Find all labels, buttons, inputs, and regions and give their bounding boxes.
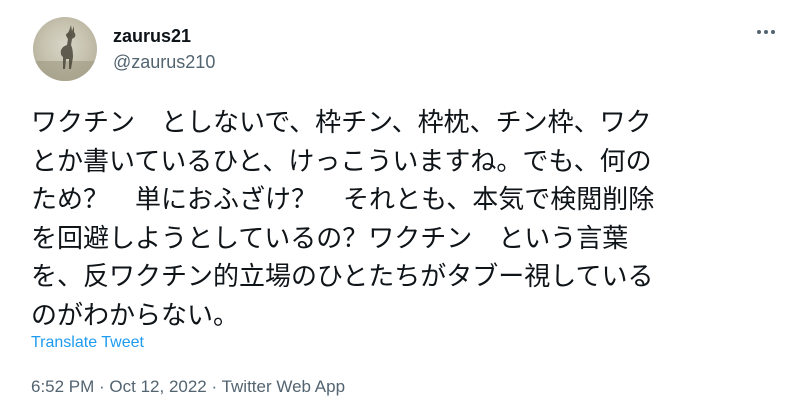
meta-separator: · bbox=[206, 377, 222, 396]
deer-avatar-icon bbox=[33, 25, 97, 81]
tweet-text-line: ため？ 単におふざけ？ それとも、本気で検閲削除 bbox=[31, 185, 655, 215]
avatar[interactable] bbox=[33, 17, 97, 81]
more-options-icon bbox=[757, 30, 775, 34]
user-handle[interactable]: @zaurus210 bbox=[113, 51, 215, 73]
display-name[interactable]: zaurus21 bbox=[113, 25, 215, 47]
meta-separator: · bbox=[94, 377, 110, 396]
tweet-text-line: を、反ワクチン的立場のひとたちがタブー視している bbox=[31, 262, 654, 292]
tweet-text-line: とか書いているひと、けっこういますね。でも、何の bbox=[31, 146, 652, 177]
tweet-text-line: を回避しようとしているの？ワクチン という言葉 bbox=[31, 223, 629, 254]
tweet-header: zaurus21 @zaurus210 bbox=[33, 16, 215, 82]
tweet-date[interactable]: Oct 12, 2022 bbox=[109, 377, 206, 396]
tweet-time[interactable]: 6:52 PM bbox=[31, 377, 94, 396]
more-options-button[interactable] bbox=[752, 22, 780, 42]
tweet-text-line: のがわからない。 bbox=[31, 300, 240, 331]
tweet-text: ワクチン としないで、枠チン、枠枕、チン枠、ワク とか書いているひと、けっこうい… bbox=[31, 104, 776, 335]
tweet-meta: 6:52 PM · Oct 12, 2022 · Twitter Web App bbox=[31, 376, 345, 398]
tweet-text-line: ワクチン としないで、枠チン、枠枕、チン枠、ワク bbox=[31, 108, 652, 138]
translate-tweet-link[interactable]: Translate Tweet bbox=[31, 333, 144, 353]
tweet-card: zaurus21 @zaurus210 ワクチン としないで、枠チン、枠枕、チン… bbox=[0, 0, 800, 409]
user-names: zaurus21 @zaurus210 bbox=[113, 25, 215, 73]
tweet-source[interactable]: Twitter Web App bbox=[222, 377, 345, 396]
